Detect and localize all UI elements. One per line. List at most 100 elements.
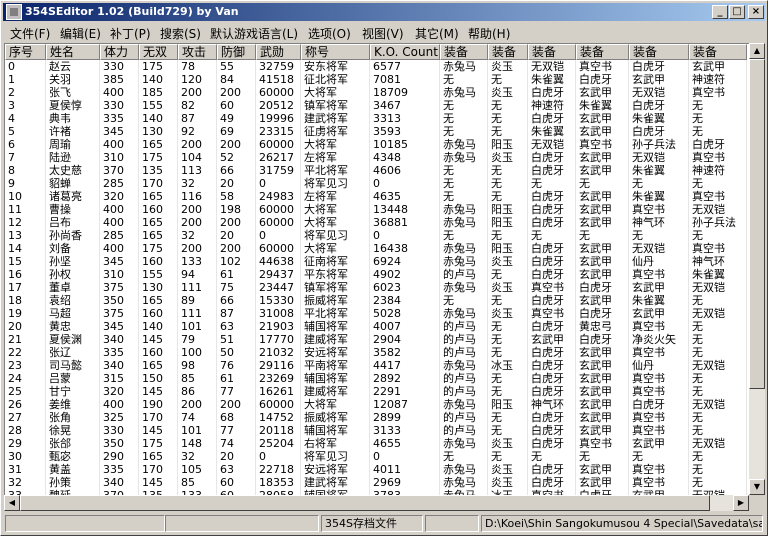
table-row[interactable]: 12 吕布 400 165 200 200 60000 大将军 36881 赤兔马 阳玉 白虎牙 玄武甲… [5,216,747,229]
cell-col-attack[interactable]: 94 [178,268,217,281]
cell-col-attack[interactable]: 105 [178,463,217,476]
cell-col-hp[interactable]: 315 [100,372,139,385]
table-row[interactable]: 28 徐晃 330 145 101 77 20118 辅国将军 3133 的卢马无白虎牙 玄武甲 真空… [5,424,747,437]
cell-col-rank[interactable]: 大将军 [301,398,370,411]
cell-col-name[interactable]: 司马懿 [46,359,100,372]
cell-col-defense[interactable]: 200 [217,138,256,151]
cell-col-attack[interactable]: 101 [178,424,217,437]
cell-col-equip-2[interactable]: 炎玉 [488,437,528,450]
cell-col-hp[interactable]: 385 [100,73,139,86]
cell-col-equip-4[interactable]: 玄武甲 [576,112,629,125]
cell-col-equip-1[interactable]: 赤兔马 [440,138,488,151]
cell-col-index[interactable]: 32 [5,476,46,489]
table-row[interactable]: 30 甄宓 290 165 32 20 0 将军见习 0 无无无无无无 [5,450,747,463]
cell-col-hp[interactable]: 340 [100,333,139,346]
cell-col-attack[interactable]: 113 [178,164,217,177]
cell-col-equip-2[interactable]: 无 [488,112,528,125]
cell-col-name[interactable]: 许褚 [46,125,100,138]
cell-col-hp[interactable]: 345 [100,125,139,138]
cell-col-equip-1[interactable]: 无 [440,99,488,112]
cell-col-ko-count[interactable]: 2291 [370,385,440,398]
cell-col-equip-4[interactable]: 无 [576,177,629,190]
cell-col-equip-4[interactable]: 白虎牙 [576,281,629,294]
cell-col-merit[interactable]: 21903 [256,320,301,333]
cell-col-equip-3[interactable]: 无 [528,229,576,242]
close-button[interactable]: × [748,5,764,19]
cell-col-rank[interactable]: 平北将军 [301,307,370,320]
cell-col-defense[interactable]: 66 [217,164,256,177]
cell-col-equip-5[interactable]: 仙丹 [629,359,689,372]
cell-col-hp[interactable]: 335 [100,346,139,359]
cell-col-equip-4[interactable]: 真空书 [576,437,629,450]
cell-col-hp[interactable]: 330 [100,60,139,73]
cell-col-index[interactable]: 5 [5,125,46,138]
cell-col-merit[interactable]: 60000 [256,138,301,151]
cell-col-musou[interactable]: 135 [139,164,178,177]
cell-col-equip-3[interactable]: 白虎牙 [528,216,576,229]
cell-col-merit[interactable]: 44638 [256,255,301,268]
table-row[interactable]: 4 典韦 335 140 87 49 19996 建武将军 3313 无无白虎牙 玄武甲 朱雀翼无 [5,112,747,125]
cell-col-equip-1[interactable]: 赤兔马 [440,60,488,73]
cell-col-equip-6[interactable]: 无 [689,372,747,385]
cell-col-hp[interactable]: 370 [100,164,139,177]
cell-col-equip-4[interactable]: 真空书 [576,138,629,151]
cell-col-hp[interactable]: 345 [100,255,139,268]
cell-col-equip-4[interactable]: 玄武甲 [576,190,629,203]
cell-col-merit[interactable]: 24983 [256,190,301,203]
cell-col-ko-count[interactable]: 2384 [370,294,440,307]
cell-col-merit[interactable]: 17770 [256,333,301,346]
cell-col-merit[interactable]: 29437 [256,268,301,281]
cell-col-equip-1[interactable]: 的卢马 [440,333,488,346]
cell-col-equip-2[interactable]: 冰玉 [488,359,528,372]
table-row[interactable]: 1 关羽 385 140 120 84 41518 征北将军 7081 无无朱雀翼 白虎牙 玄武甲 神速… [5,73,747,86]
cell-col-equip-1[interactable]: 赤兔马 [440,86,488,99]
table-row[interactable]: 20 黄忠 345 140 101 63 21903 辅国将军 4007 的卢马无白虎牙 黄忠弓 真空… [5,320,747,333]
table-row[interactable]: 0 赵云 330 175 78 55 32759 安东将军 6577 赤兔马 炎玉 无双铠 真空书 白虎牙… [5,60,747,73]
cell-col-equip-1[interactable]: 赤兔马 [440,281,488,294]
cell-col-index[interactable]: 24 [5,372,46,385]
cell-col-index[interactable]: 31 [5,463,46,476]
cell-col-merit[interactable]: 19996 [256,112,301,125]
cell-col-attack[interactable]: 32 [178,177,217,190]
cell-col-equip-2[interactable]: 阳玉 [488,203,528,216]
cell-col-musou[interactable]: 170 [139,411,178,424]
cell-col-equip-3[interactable]: 白虎牙 [528,203,576,216]
cell-col-equip-3[interactable]: 白虎牙 [528,346,576,359]
cell-col-index[interactable]: 21 [5,333,46,346]
cell-col-equip-2[interactable]: 炎玉 [488,255,528,268]
cell-col-equip-6[interactable]: 白虎牙 [689,138,747,151]
cell-col-name[interactable]: 徐晃 [46,424,100,437]
cell-col-merit[interactable]: 14752 [256,411,301,424]
cell-col-equip-1[interactable]: 无 [440,229,488,242]
table-row[interactable]: 22 张辽 335 160 100 50 21032 安远将军 3582 的卢马无白虎牙 玄武甲 真空… [5,346,747,359]
cell-col-hp[interactable]: 310 [100,268,139,281]
cell-col-equip-4[interactable]: 朱雀翼 [576,99,629,112]
cell-col-merit[interactable]: 60000 [256,216,301,229]
cell-col-hp[interactable]: 290 [100,450,139,463]
cell-col-equip-6[interactable]: 神气环 [689,255,747,268]
cell-col-ko-count[interactable]: 10185 [370,138,440,151]
cell-col-equip-1[interactable]: 无 [440,125,488,138]
cell-col-equip-3[interactable]: 白虎牙 [528,190,576,203]
table-row[interactable]: 32 孙策 340 145 85 60 18353 建武将军 2969 赤兔马 炎玉 白虎牙 玄武甲 真空… [5,476,747,489]
cell-col-ko-count[interactable]: 4011 [370,463,440,476]
cell-col-musou[interactable]: 170 [139,177,178,190]
cell-col-attack[interactable]: 200 [178,203,217,216]
cell-col-equip-6[interactable]: 无双铠 [689,281,747,294]
cell-col-equip-2[interactable]: 无 [488,229,528,242]
header-col-attack[interactable]: 攻击 [178,44,217,60]
cell-col-equip-1[interactable]: 赤兔马 [440,463,488,476]
cell-col-defense[interactable]: 51 [217,333,256,346]
cell-col-defense[interactable]: 77 [217,424,256,437]
table-row[interactable]: 10 诸葛亮 320 165 116 58 24983 左将军 4635 无无白虎牙 玄武甲 朱雀翼真… [5,190,747,203]
cell-col-equip-2[interactable]: 阳玉 [488,398,528,411]
table-row[interactable]: 17 董卓 375 130 111 75 23447 镇军将军 6023 赤兔马 炎玉 真空书 白虎牙玄… [5,281,747,294]
cell-col-equip-4[interactable]: 玄武甲 [576,164,629,177]
cell-col-equip-5[interactable]: 神气环 [629,216,689,229]
cell-col-defense[interactable]: 20 [217,229,256,242]
cell-col-equip-5[interactable]: 无 [629,450,689,463]
cell-col-equip-6[interactable]: 玄武甲 [689,60,747,73]
cell-col-ko-count[interactable]: 3582 [370,346,440,359]
cell-col-name[interactable]: 诸葛亮 [46,190,100,203]
cell-col-equip-1[interactable]: 赤兔马 [440,242,488,255]
